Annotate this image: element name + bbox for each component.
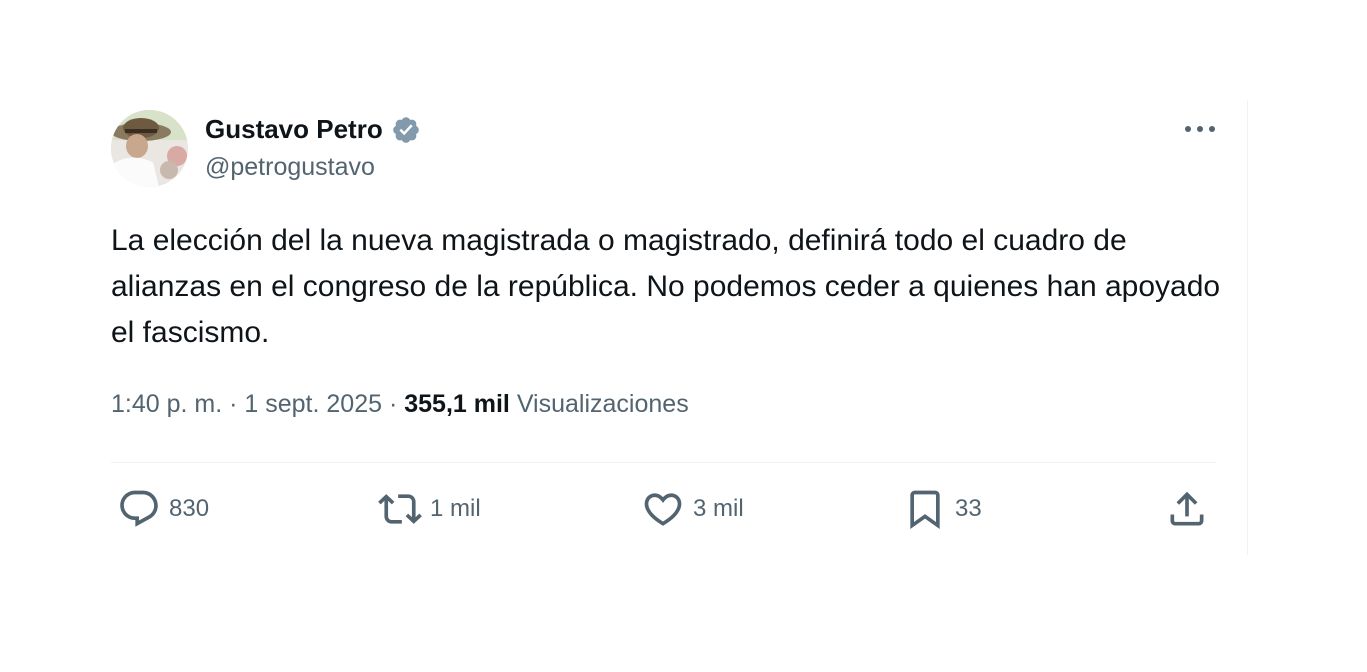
retweet-count: 1 mil (430, 495, 481, 522)
reply-button[interactable]: 830 (117, 486, 209, 532)
meta-separator: · (222, 390, 245, 418)
views-label: Visualizaciones (516, 390, 689, 418)
share-button[interactable] (1165, 486, 1209, 532)
more-options-button[interactable] (1180, 116, 1220, 142)
bookmark-icon (910, 490, 940, 530)
like-button[interactable]: 3 mil (641, 486, 744, 532)
meta-separator: · (382, 390, 405, 418)
author-name[interactable]: Gustavo Petro (205, 114, 421, 145)
more-dots-icon (1185, 126, 1215, 132)
views-count: 355,1 mil (404, 390, 510, 418)
heart-icon (644, 493, 682, 526)
bookmark-button[interactable]: 33 (903, 486, 982, 532)
author-handle[interactable]: @petrogustavo (205, 153, 375, 182)
avatar[interactable] (111, 110, 188, 187)
tweet-actions: 830 1 mil 3 mil 33 (111, 486, 1216, 532)
author-name-text[interactable]: Gustavo Petro (205, 114, 383, 145)
speech-bubble-icon (120, 490, 158, 527)
tweet-date[interactable]: 1 sept. 2025 (244, 390, 382, 418)
tweet-text: La elección del la nueva magistrada o ma… (111, 224, 1221, 349)
right-border (1247, 100, 1248, 555)
retweet-arrows-icon (378, 494, 422, 524)
avatar-image (111, 110, 188, 187)
verified-badge-icon[interactable] (391, 115, 421, 145)
tweet-time[interactable]: 1:40 p. m. (111, 390, 222, 418)
actions-divider (111, 462, 1216, 463)
reply-count: 830 (169, 495, 210, 522)
share-upload-icon (1170, 491, 1204, 526)
bookmark-count: 33 (955, 495, 982, 522)
tweet-meta: 1:40 p. m. · 1 sept. 2025 · 355,1 mil Vi… (111, 390, 689, 419)
like-count: 3 mil (693, 495, 744, 522)
retweet-button[interactable]: 1 mil (378, 486, 481, 532)
